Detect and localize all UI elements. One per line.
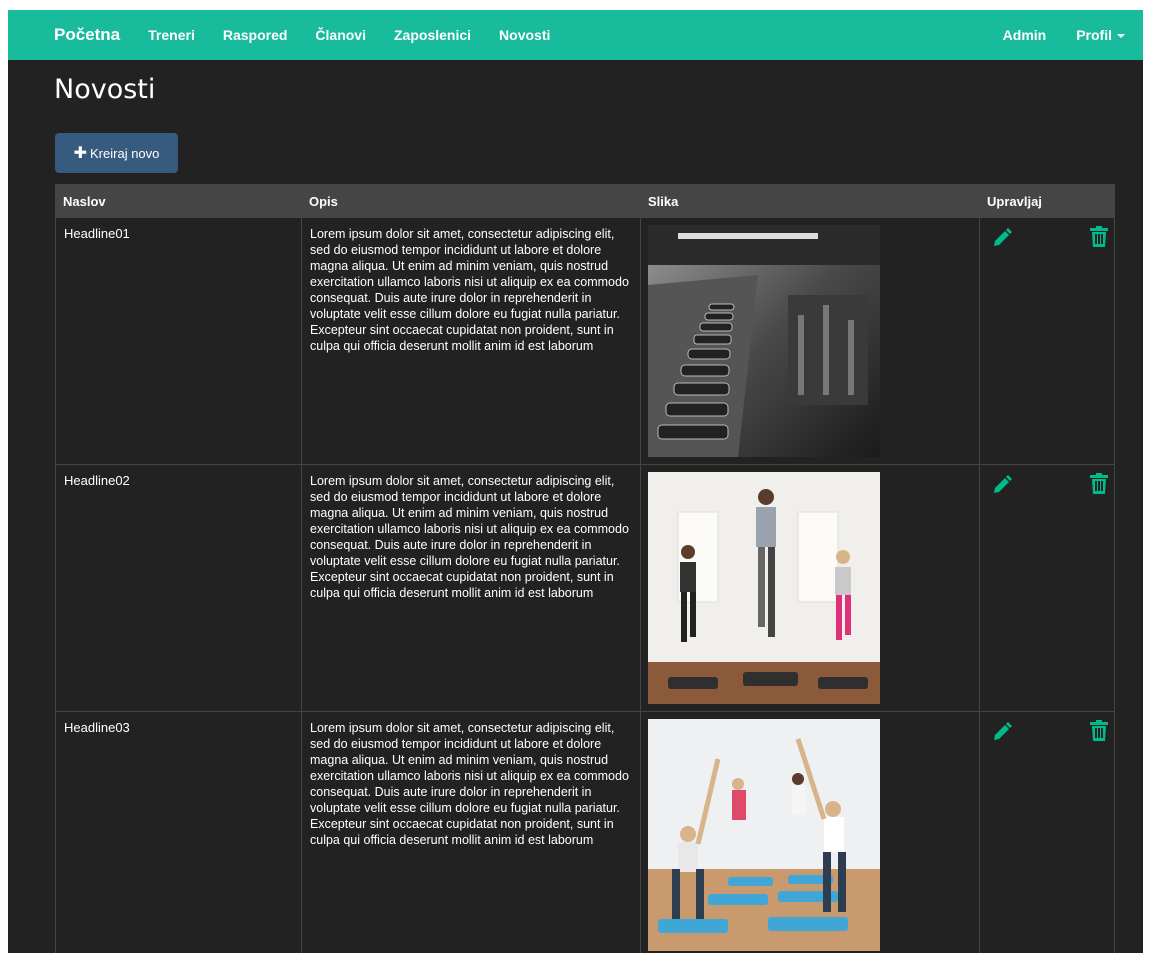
row-title: Headline02 — [55, 465, 301, 711]
app-frame: Početna Treneri Raspored Članovi Zaposle… — [8, 10, 1143, 953]
nav-link-raspored[interactable]: Raspored — [223, 27, 288, 43]
table-header: Naslov Opis Slika Upravljaj — [55, 184, 1115, 218]
row-actions — [979, 712, 1115, 953]
row-actions — [979, 218, 1115, 464]
header-upravljaj: Upravljaj — [987, 193, 1042, 209]
row-description: Lorem ipsum dolor sit amet, consectetur … — [301, 218, 640, 464]
create-new-button[interactable]: ✚ Kreiraj novo — [55, 133, 178, 173]
nav-link-zaposlenici[interactable]: Zaposlenici — [394, 27, 471, 43]
nav-link-clanovi[interactable]: Članovi — [315, 27, 366, 43]
pencil-icon[interactable] — [992, 475, 1012, 498]
aerobics-step-image — [648, 472, 880, 704]
row-title: Headline03 — [55, 712, 301, 953]
group-stretching-image — [648, 719, 880, 951]
create-new-label: Kreiraj novo — [90, 145, 160, 161]
table-row: Headline03 Lorem ipsum dolor sit amet, c… — [55, 712, 1115, 953]
table-row: Headline01 Lorem ipsum dolor sit amet, c… — [55, 218, 1115, 465]
nav-brand-link[interactable]: Početna — [54, 25, 120, 45]
pencil-icon[interactable] — [992, 722, 1012, 745]
header-slika: Slika — [648, 193, 679, 209]
nav-link-novosti[interactable]: Novosti — [499, 27, 550, 43]
caret-down-icon — [1117, 34, 1125, 39]
nav-link-treneri[interactable]: Treneri — [148, 27, 195, 43]
profile-label: Profil — [1076, 27, 1112, 43]
news-table: Naslov Opis Slika Upravljaj Headline01 L… — [55, 184, 1115, 953]
row-image-cell — [640, 218, 979, 464]
gym-dumbbells-image — [648, 225, 880, 457]
header-opis: Opis — [309, 193, 338, 209]
row-description: Lorem ipsum dolor sit amet, consectetur … — [301, 465, 640, 711]
trash-icon[interactable] — [1090, 473, 1108, 497]
row-title: Headline01 — [55, 218, 301, 464]
trash-icon[interactable] — [1090, 720, 1108, 744]
nav-left: Početna Treneri Raspored Članovi Zaposle… — [8, 25, 550, 45]
pencil-icon[interactable] — [992, 228, 1012, 251]
table-row: Headline02 Lorem ipsum dolor sit amet, c… — [55, 465, 1115, 712]
row-image-cell — [640, 465, 979, 711]
nav-right: Admin Profil — [973, 27, 1125, 43]
plus-icon: ✚ — [73, 145, 88, 162]
page-title: Novosti — [54, 74, 156, 105]
header-naslov: Naslov — [63, 193, 106, 209]
nav-link-admin[interactable]: Admin — [1003, 27, 1047, 43]
profile-dropdown[interactable]: Profil — [1076, 27, 1125, 43]
row-description: Lorem ipsum dolor sit amet, consectetur … — [301, 712, 640, 953]
trash-icon[interactable] — [1090, 226, 1108, 250]
navbar: Početna Treneri Raspored Članovi Zaposle… — [8, 10, 1143, 60]
row-image-cell — [640, 712, 979, 953]
row-actions — [979, 465, 1115, 711]
